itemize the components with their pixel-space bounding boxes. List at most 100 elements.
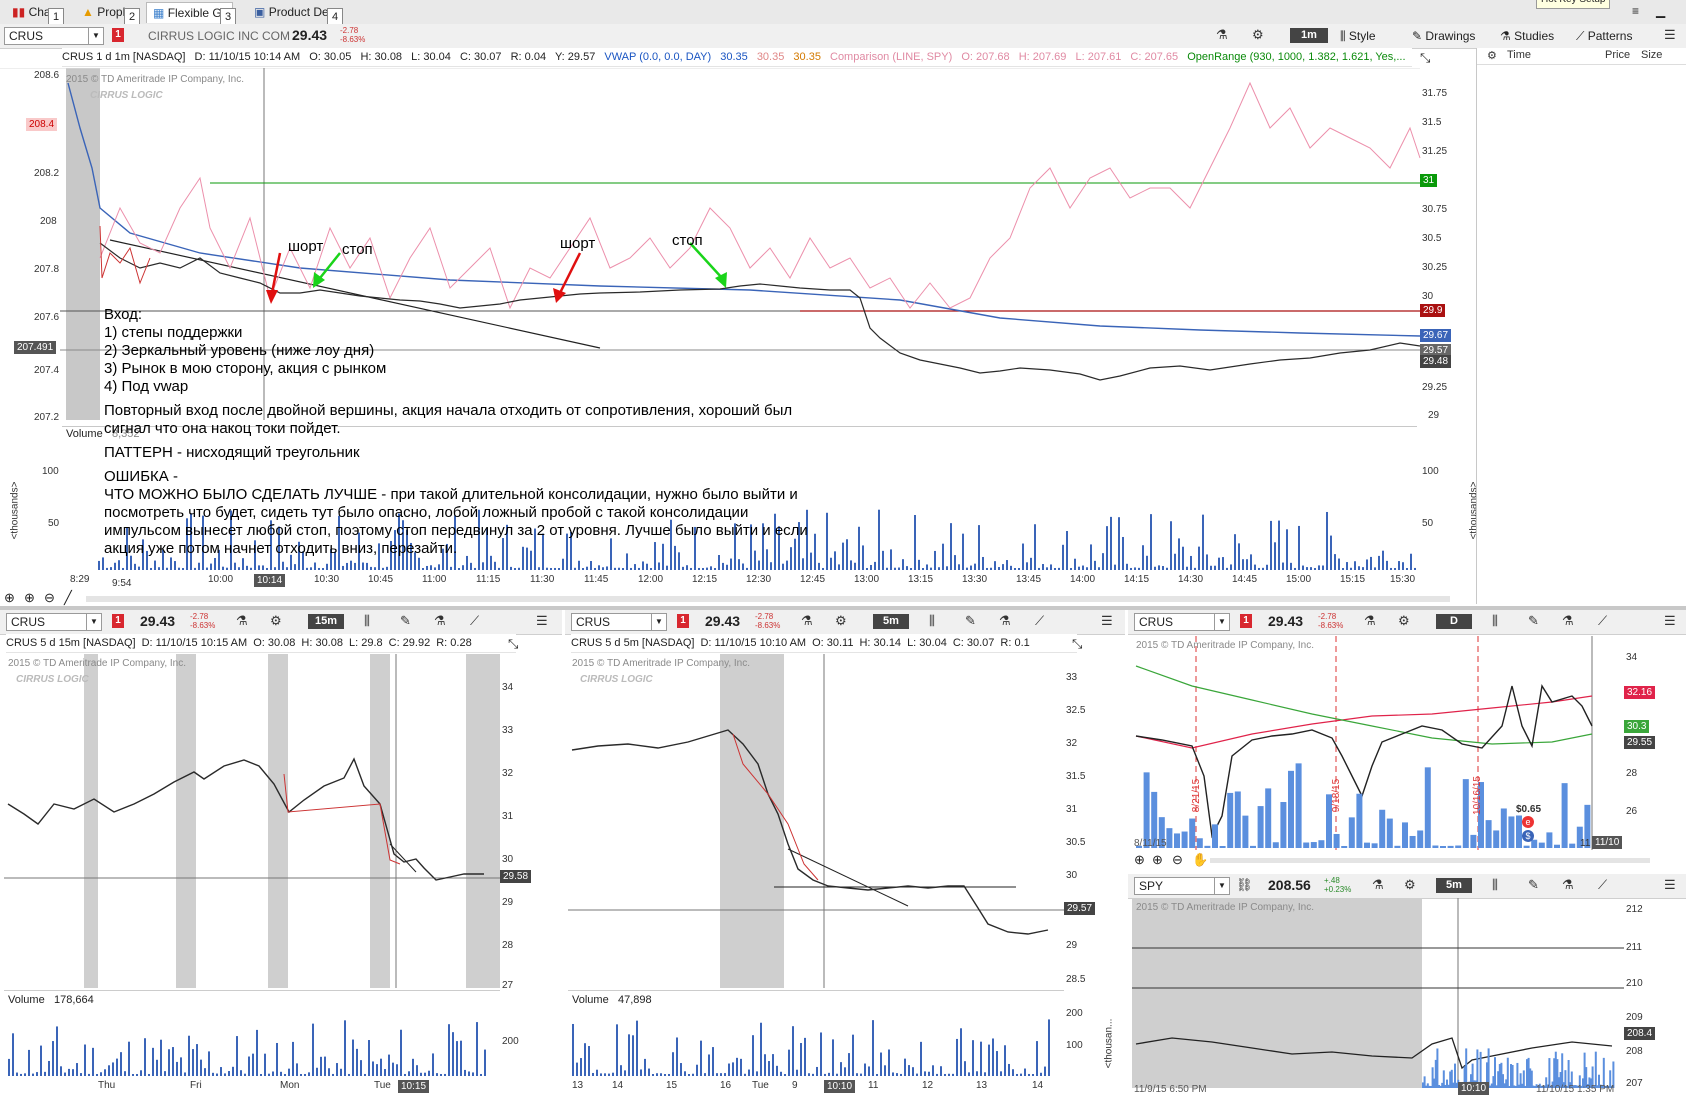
volume-bar bbox=[810, 552, 812, 570]
volume-bar bbox=[1048, 1019, 1050, 1076]
aggregation-button[interactable]: 5m bbox=[873, 614, 909, 629]
flask-icon[interactable]: ⚗ bbox=[1372, 877, 1384, 893]
gear-icon[interactable]: ⚙ bbox=[1252, 27, 1264, 43]
pencil-icon[interactable]: ✎ bbox=[1528, 877, 1539, 893]
menu-icon[interactable]: ≡ bbox=[1632, 4, 1639, 18]
menu-icon[interactable]: ☰ bbox=[1664, 613, 1676, 629]
volume-bar bbox=[246, 565, 248, 570]
studies-button[interactable]: ⚗ Studies bbox=[1500, 29, 1554, 43]
flask-icon[interactable]: ⚗ bbox=[1364, 613, 1376, 629]
draw-line-icon[interactable]: ╱ bbox=[64, 590, 72, 606]
menu-icon[interactable]: ☰ bbox=[1664, 877, 1676, 893]
zoom-out-icon[interactable]: ⊖ bbox=[44, 590, 55, 606]
aggregation-button[interactable]: D bbox=[1436, 614, 1472, 629]
volume-bar bbox=[538, 567, 540, 570]
pan-icon[interactable]: ⊕ bbox=[4, 590, 15, 606]
volume-bar bbox=[222, 566, 224, 570]
right-axis-label: 30 bbox=[1422, 291, 1434, 302]
zoom-in-icon[interactable]: ⊕ bbox=[24, 590, 35, 606]
pencil-icon[interactable]: ✎ bbox=[965, 613, 976, 629]
pattern-icon[interactable]: ⟋ bbox=[1598, 877, 1607, 893]
volume-bar bbox=[52, 1041, 54, 1076]
expand-icon[interactable]: ⤡ bbox=[1072, 636, 1082, 652]
flask-icon[interactable]: ⚗ bbox=[1562, 877, 1574, 893]
flask-icon[interactable]: ⚗ bbox=[1216, 27, 1228, 43]
menu-icon[interactable]: ☰ bbox=[1101, 613, 1113, 629]
pattern-icon[interactable]: ⟋ bbox=[470, 613, 479, 629]
volume-bar bbox=[1326, 511, 1328, 570]
volume-bar bbox=[1362, 567, 1364, 570]
pencil-icon[interactable]: ✎ bbox=[400, 613, 411, 629]
candle-icon[interactable]: ⫼ bbox=[929, 613, 935, 629]
volume-bar bbox=[1432, 845, 1439, 848]
size-column-header[interactable]: Size bbox=[1641, 49, 1662, 61]
aggregation-button[interactable]: 5m bbox=[1436, 878, 1472, 893]
chart5-price-chart[interactable] bbox=[568, 654, 1064, 988]
menu-icon[interactable]: ☰ bbox=[1664, 27, 1676, 43]
hand-icon[interactable]: ✋ bbox=[1192, 852, 1208, 868]
settings-icon[interactable]: ⚙ bbox=[1487, 49, 1497, 62]
earnings-icon[interactable]: e bbox=[1522, 816, 1534, 828]
gear-icon[interactable]: ⚙ bbox=[270, 613, 282, 629]
zoom-in-icon[interactable]: ⊕ bbox=[1152, 852, 1163, 868]
volume-bar bbox=[1227, 792, 1234, 848]
zoom-out-icon[interactable]: ⊖ bbox=[1172, 852, 1183, 868]
dropdown-arrow-icon: ▼ bbox=[651, 614, 666, 630]
volume-bar bbox=[1222, 557, 1224, 570]
volume-bar bbox=[1322, 565, 1324, 570]
volume-bar bbox=[1094, 560, 1096, 570]
left-axis-label: 207.2 bbox=[34, 412, 60, 423]
volume-bar bbox=[128, 1041, 130, 1076]
flask-icon[interactable]: ⚗ bbox=[999, 613, 1011, 629]
expand-icon[interactable]: ⤡ bbox=[1420, 50, 1430, 66]
pattern-icon[interactable]: ⟋ bbox=[1035, 613, 1044, 629]
price-column-header[interactable]: Price bbox=[1605, 49, 1630, 61]
volume-bar bbox=[386, 566, 388, 570]
minimize-icon[interactable]: ▁ bbox=[1656, 4, 1665, 18]
flask-icon[interactable]: ⚗ bbox=[434, 613, 446, 629]
volume-bar bbox=[922, 567, 924, 570]
copyright-text: 2015 © TD Ameritrade IP Company, Inc. bbox=[1136, 640, 1315, 651]
candle-icon[interactable]: ⫼ bbox=[364, 613, 370, 629]
pattern-icon[interactable]: ⟋ bbox=[1598, 613, 1607, 629]
patterns-button[interactable]: ⟋ Patterns bbox=[1576, 29, 1632, 44]
volume-bar bbox=[1354, 561, 1356, 570]
flask-icon[interactable]: ⚗ bbox=[1562, 613, 1574, 629]
volume-bar bbox=[818, 562, 820, 570]
gear-icon[interactable]: ⚙ bbox=[1398, 613, 1410, 629]
main-scrollbar[interactable] bbox=[86, 596, 1450, 602]
chartD-scrollbar[interactable] bbox=[1210, 858, 1650, 863]
volume-bar bbox=[796, 1069, 798, 1076]
gear-icon[interactable]: ⚙ bbox=[835, 613, 847, 629]
drawings-button[interactable]: ✎ Drawings bbox=[1412, 29, 1475, 43]
gear-icon[interactable]: ⚙ bbox=[1404, 877, 1416, 893]
main-symbol-selector[interactable]: CRUS ▼ bbox=[4, 27, 104, 45]
chartD-symbol-selector[interactable]: CRUS ▼ bbox=[1134, 613, 1230, 631]
chart5-symbol-selector[interactable]: CRUS ▼ bbox=[571, 613, 667, 631]
menu-icon[interactable]: ☰ bbox=[536, 613, 548, 629]
volume-bar bbox=[652, 1074, 654, 1076]
time-column-header[interactable]: Time bbox=[1507, 49, 1531, 61]
style-button[interactable]: ⫼ Style bbox=[1340, 29, 1376, 44]
dividend-icon[interactable]: $ bbox=[1522, 830, 1534, 842]
flask-icon[interactable]: ⚗ bbox=[236, 613, 248, 629]
candle-icon[interactable]: ⫼ bbox=[1492, 613, 1498, 629]
pan-icon[interactable]: ⊕ bbox=[1134, 852, 1145, 868]
candle-icon[interactable]: ⫼ bbox=[1492, 877, 1498, 893]
volume-bar bbox=[1014, 567, 1016, 570]
volume-bar bbox=[1417, 830, 1424, 848]
chart15-symbol-selector[interactable]: CRUS ▼ bbox=[6, 613, 102, 631]
aggregation-button[interactable]: 1m bbox=[1290, 28, 1328, 43]
volume-bar bbox=[646, 563, 648, 570]
link-icon[interactable]: ⛓ bbox=[1236, 877, 1253, 893]
chartD-price-chart[interactable] bbox=[1132, 636, 1624, 850]
pencil-icon[interactable]: ✎ bbox=[1528, 613, 1539, 629]
chart15-price-chart[interactable] bbox=[4, 654, 500, 988]
volume-bar bbox=[428, 1070, 430, 1076]
spy-symbol-selector[interactable]: SPY ▼ bbox=[1134, 877, 1230, 895]
spy-price-chart[interactable] bbox=[1132, 898, 1624, 1088]
volume-bar bbox=[808, 1073, 810, 1076]
aggregation-button[interactable]: 15m bbox=[308, 614, 344, 629]
expand-icon[interactable]: ⤡ bbox=[508, 636, 518, 652]
flask-icon[interactable]: ⚗ bbox=[801, 613, 813, 629]
